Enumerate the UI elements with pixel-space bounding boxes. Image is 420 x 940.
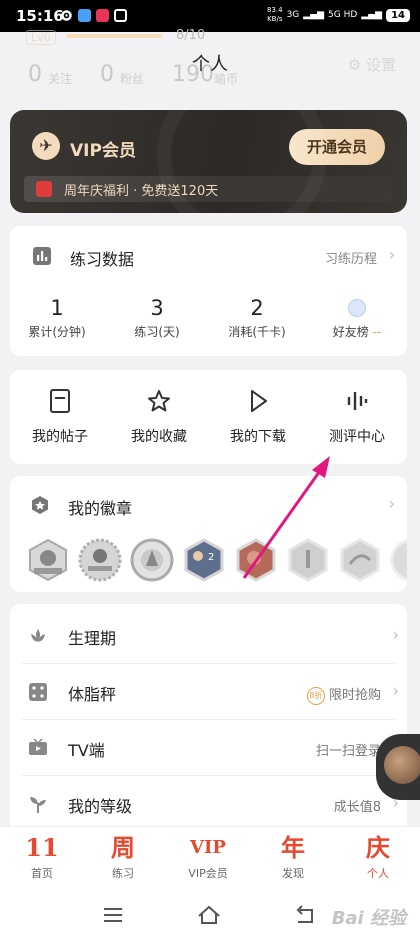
back-icon[interactable] (292, 902, 318, 928)
vip-logo-icon: ✈ (32, 132, 60, 160)
chevron-right-icon: › (388, 245, 395, 264)
bottom-tab-bar: 11 首页 周 练习 VIP VIP会员 年 发现 庆 个人 (0, 826, 420, 888)
stat-calories[interactable]: 2 消耗(千卡) (212, 296, 302, 340)
shortcuts-card: 我的帖子 我的收藏 我的下载 测评中心 (10, 370, 407, 464)
settings-button[interactable]: ⚙ 设置 (348, 54, 396, 75)
tab-practice[interactable]: 周 练习 (81, 833, 165, 881)
practice-history-link[interactable]: 习练历程 (325, 248, 377, 267)
my-favorites-button[interactable]: 我的收藏 (109, 388, 209, 446)
tab-discover[interactable]: 年 发现 (251, 833, 335, 881)
vip-promo-text: 周年庆福利 · 免费送120天 (64, 184, 219, 199)
chevron-right-icon: › (392, 625, 399, 644)
app-icon (78, 9, 91, 22)
play-icon (251, 390, 267, 412)
app-icon (114, 9, 127, 22)
settings-icon: ⚙ (347, 56, 362, 74)
discount-tag: 8折 (306, 686, 325, 705)
stat-minutes[interactable]: 1 累计(分钟) (12, 296, 102, 340)
badge-icon (32, 496, 48, 514)
signal-icon: ▂▄▆ (303, 10, 325, 20)
floating-avatar-button[interactable] (376, 734, 420, 800)
badge-6[interactable] (286, 538, 330, 582)
vip-card[interactable]: ✈ VIP会员 开通会员 周年庆福利 · 免费送120天 (10, 110, 407, 213)
menu-item-period[interactable]: 生理期 › (10, 608, 407, 664)
practice-data-card: 练习数据 习练历程 › 1 累计(分钟) 3 练习(天) 2 消耗(千卡) 好友… (10, 226, 407, 356)
vip-icon: VIP (190, 837, 226, 858)
badges-card[interactable]: 我的徽章 › 2 (10, 476, 407, 592)
level-progress-bar (66, 34, 162, 38)
gear-icon (60, 9, 73, 22)
level-progress-text: 8/10 (176, 28, 206, 43)
menu-item-scale[interactable]: 体脂秤 8折 限时抢购 › (10, 664, 407, 720)
signal-3g: 3G (286, 10, 300, 20)
growth-value: 成长值8 (333, 800, 381, 815)
lotus-icon (31, 629, 45, 642)
tab-vip[interactable]: VIP VIP会员 (166, 833, 250, 881)
discover-icon: 年 (281, 833, 305, 862)
svg-text:2: 2 (208, 552, 214, 563)
vip-title: VIP会员 (70, 141, 136, 161)
status-bar: 15:16 83.4 KB/s 3G ▂▄▆ 5G HD ▂▄▆ 14 (0, 0, 420, 32)
system-nav-bar: Bai 经验 (0, 888, 420, 940)
post-icon (50, 389, 70, 413)
stat-days[interactable]: 3 练习(天) (112, 296, 202, 340)
bar-chart-icon (33, 247, 51, 265)
menu-icon[interactable] (100, 902, 126, 928)
friends-icon (348, 299, 366, 317)
avatar (384, 746, 420, 784)
chevron-right-icon: › (392, 681, 399, 700)
badge-5[interactable] (234, 538, 278, 582)
badges-title: 我的徽章 (68, 499, 133, 518)
tv-icon (29, 738, 47, 755)
badge-8[interactable] (390, 538, 407, 582)
battery-icon: 14 (386, 8, 410, 22)
signal-5g: 5G HD (328, 10, 358, 20)
badge-2[interactable] (78, 538, 122, 582)
practice-title: 练习数据 (70, 250, 135, 269)
chevron-right-icon: › (388, 494, 395, 513)
practice-icon: 周 (111, 833, 135, 862)
tab-profile[interactable]: 庆 个人 (336, 833, 420, 881)
badge-7[interactable] (338, 538, 382, 582)
equalizer-icon (347, 392, 368, 410)
open-vip-button[interactable]: 开通会员 (289, 129, 385, 165)
my-posts-button[interactable]: 我的帖子 (10, 388, 110, 446)
status-time: 15:16 (16, 7, 64, 25)
tab-home[interactable]: 11 首页 (0, 833, 84, 881)
status-right: 83.4 KB/s 3G ▂▄▆ 5G HD ▂▄▆ 14 (267, 6, 410, 24)
scale-icon (29, 683, 47, 701)
signal-icon: ▂▄▆ (361, 10, 383, 20)
app-icon (96, 9, 109, 22)
gift-icon (36, 181, 52, 197)
badge-4[interactable]: 2 (182, 538, 226, 582)
menu-list-card: 生理期 › 体脂秤 8折限时抢购 › TV端 扫一扫登录 › 我的等级 成长值8… (10, 604, 407, 834)
star-icon (148, 390, 170, 412)
scale-promo: 8折 限时抢购 (306, 684, 381, 705)
home-nav-icon[interactable] (196, 902, 222, 928)
tv-scan-login: 扫一扫登录 (315, 744, 381, 759)
badge-1[interactable] (26, 538, 70, 582)
home-icon: 11 (25, 833, 59, 862)
friends-ranking[interactable]: 好友榜 -- (312, 296, 402, 340)
net-speed: 83.4 KB/s (266, 6, 283, 23)
profile-icon: 庆 (366, 833, 390, 862)
level-badge: Lv0 (26, 30, 56, 45)
profile-header: Lv0 8/10 0 关注 0 粉丝 190 瑜币 个人 ⚙ 设置 (0, 28, 420, 94)
badge-3[interactable] (130, 538, 174, 582)
my-downloads-button[interactable]: 我的下载 (208, 388, 308, 446)
sprout-icon (30, 797, 46, 813)
evaluation-center-button[interactable]: 测评中心 (307, 388, 407, 446)
menu-item-tv[interactable]: TV端 扫一扫登录 › (10, 720, 407, 776)
watermark: Bai 经验 (331, 908, 406, 929)
vip-promo-banner[interactable]: 周年庆福利 · 免费送120天 (24, 176, 392, 202)
menu-item-level[interactable]: 我的等级 成长值8 › (10, 776, 407, 832)
